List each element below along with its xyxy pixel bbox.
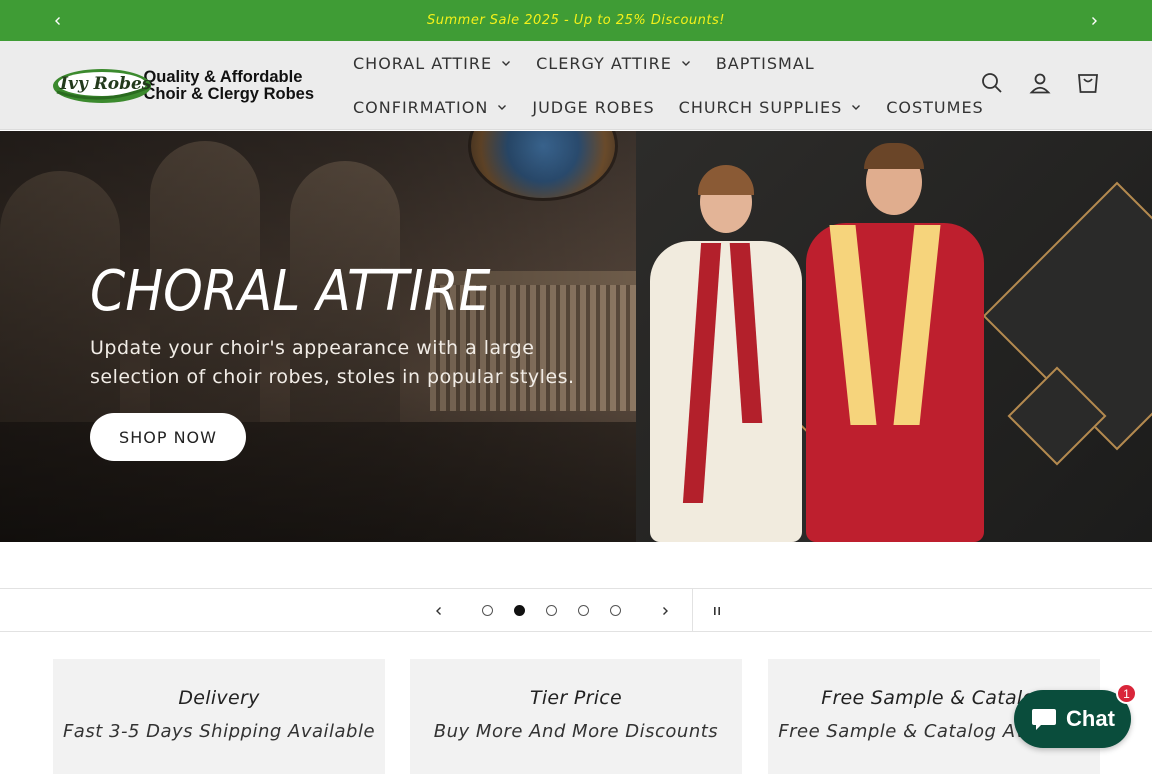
slide-dot-5[interactable] — [610, 605, 621, 616]
feature-card-tier-price: Tier Price Buy More And More Discounts — [410, 659, 742, 774]
slide-dot-3[interactable] — [546, 605, 557, 616]
pause-icon — [714, 607, 720, 615]
model-red-gown — [806, 223, 984, 542]
feature-subtitle: Fast 3-5 Days Shipping Available — [62, 721, 376, 742]
nav-label: CLERGY ATTIRE — [536, 53, 672, 73]
header-icons — [980, 71, 1100, 95]
slide-prev-button[interactable] — [424, 589, 454, 633]
slide-dot-2[interactable] — [514, 605, 525, 616]
nav-label: CHORAL ATTIRE — [353, 53, 493, 73]
feature-title: Delivery — [178, 687, 260, 709]
nav-costumes[interactable]: COSTUMES — [886, 98, 983, 117]
chat-button[interactable]: Chat — [1014, 690, 1131, 748]
logo-mark: Ivy Robes — [52, 66, 151, 106]
chevron-down-icon — [498, 105, 507, 110]
slide-dots — [482, 605, 621, 616]
chevron-left-icon — [436, 607, 441, 615]
model-white-gown — [650, 241, 802, 542]
announcement-next-button[interactable] — [1074, 0, 1114, 41]
hero-description: Update your choir's appearance with a la… — [90, 337, 575, 388]
cart-icon[interactable] — [1076, 71, 1100, 95]
hero-model-white-robe — [640, 165, 810, 542]
logo-tagline-line1: Quality & Affordable — [143, 68, 303, 86]
nav-label: CHURCH SUPPLIES — [678, 97, 843, 117]
nav-church-supplies[interactable]: CHURCH SUPPLIES — [679, 98, 863, 117]
chevron-right-icon — [663, 607, 668, 615]
announcement-prev-button[interactable] — [38, 0, 78, 41]
hero-title: CHORAL ATTIRE — [90, 259, 491, 324]
nav-judge-robes[interactable]: JUDGE ROBES — [532, 98, 654, 117]
main-nav-row-1: CHORAL ATTIRE CLERGY ATTIRE BAPTISMAL — [353, 51, 839, 75]
chevron-right-icon — [1092, 16, 1097, 25]
main-nav-row-2: CONFIRMATION JUDGE ROBES CHURCH SUPPLIES… — [353, 95, 1008, 119]
nav-confirmation[interactable]: CONFIRMATION — [353, 98, 508, 117]
logo-script-text: Ivy Robes — [60, 74, 152, 94]
account-icon[interactable] — [1028, 71, 1052, 95]
site-header: Ivy Robes Quality & Affordable Choir & C… — [0, 41, 1152, 130]
nav-label: CONFIRMATION — [353, 97, 489, 117]
chat-notification-badge: 1 — [1116, 683, 1137, 704]
shop-now-button[interactable]: SHOP NOW — [90, 413, 246, 461]
chevron-down-icon — [852, 105, 861, 110]
chevron-down-icon — [681, 61, 690, 66]
chevron-down-icon — [502, 61, 511, 66]
nav-clergy-attire[interactable]: CLERGY ATTIRE — [536, 54, 692, 73]
slide-pause-button[interactable] — [702, 589, 732, 633]
nav-label: COSTUMES — [886, 97, 984, 117]
slide-dot-4[interactable] — [578, 605, 589, 616]
announcement-text[interactable]: Summer Sale 2025 - Up to 25% Discounts! — [427, 13, 725, 28]
site-logo[interactable]: Ivy Robes Quality & Affordable Choir & C… — [52, 65, 314, 107]
announcement-bar: Summer Sale 2025 - Up to 25% Discounts! — [0, 0, 1152, 41]
search-icon[interactable] — [980, 71, 1004, 95]
feature-subtitle: Buy More And More Discounts — [433, 721, 719, 742]
nav-baptismal[interactable]: BAPTISMAL — [716, 54, 815, 73]
slide-next-button[interactable] — [650, 589, 680, 633]
logo-tagline-line2: Choir & Clergy Robes — [143, 85, 314, 103]
hero-model-red-robe — [800, 143, 990, 542]
feature-title: Tier Price — [529, 687, 623, 709]
nav-label: JUDGE ROBES — [532, 97, 655, 117]
logo-tagline: Quality & Affordable Choir & Clergy Robe… — [143, 69, 314, 103]
slider-controls — [0, 588, 1152, 632]
chat-bubble-icon — [1032, 709, 1057, 730]
nav-label: BAPTISMAL — [715, 53, 815, 73]
slider-divider — [692, 589, 693, 631]
feature-card-delivery: Delivery Fast 3-5 Days Shipping Availabl… — [53, 659, 385, 774]
chevron-left-icon — [55, 16, 60, 25]
nav-choral-attire[interactable]: CHORAL ATTIRE — [353, 54, 512, 73]
hero-banner[interactable]: CHORAL ATTIRE Update your choir's appear… — [0, 131, 1152, 542]
slide-dot-1[interactable] — [482, 605, 493, 616]
chat-label: Chat — [1066, 706, 1115, 731]
